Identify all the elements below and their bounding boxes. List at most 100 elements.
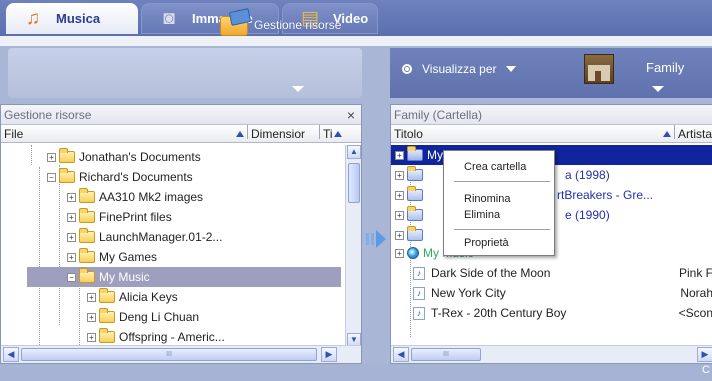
panel-title: Family (Cartella)	[391, 105, 712, 125]
scroll-left-icon[interactable]: ◀	[393, 347, 409, 362]
sort-asc-icon	[334, 124, 342, 142]
tree-item[interactable]: + Alicia Keys	[87, 287, 178, 307]
folder-icon	[99, 328, 115, 343]
expand-icon[interactable]: +	[47, 152, 56, 162]
track-title: Dark Side of the Moon	[431, 266, 551, 280]
horizontal-scrollbar[interactable]: ◀ III ▶	[1, 345, 361, 363]
scroll-thumb[interactable]: III	[411, 348, 481, 361]
expand-icon[interactable]: +	[395, 170, 404, 180]
expand-icon[interactable]: +	[67, 212, 76, 222]
expand-icon[interactable]: +	[67, 192, 76, 202]
menu-item-rename[interactable]: Rinomina	[464, 191, 510, 207]
status-bar: C	[0, 364, 712, 381]
folder-icon	[407, 226, 423, 241]
folder-tree: + Jonathan's Documents − Richard's Docum…	[1, 145, 341, 347]
collapse-icon[interactable]: −	[67, 272, 76, 282]
folder-icon	[79, 228, 95, 243]
menu-separator	[454, 229, 550, 230]
music-notes-icon: ♫	[25, 7, 41, 29]
folder-icon	[99, 288, 115, 303]
camera-icon: ◙	[163, 7, 175, 29]
list-item[interactable]: +	[395, 225, 427, 245]
scroll-left-icon[interactable]: ◀	[3, 347, 19, 362]
menu-item-new-folder[interactable]: Crea cartella	[464, 159, 526, 175]
tree-item-label: FinePrint files	[99, 210, 172, 224]
expand-icon[interactable]: +	[67, 232, 76, 242]
family-label: Family	[646, 60, 685, 75]
scroll-up-icon[interactable]: ▲	[347, 145, 361, 159]
view-by-label: Visualizza per	[422, 62, 497, 76]
track-title: T-Rex - 20th Century Boy	[431, 306, 567, 320]
view-by-button[interactable]: Visualizza per	[402, 62, 517, 76]
tab-musica[interactable]: ♫ Musica	[6, 3, 138, 34]
column-size[interactable]: Dimensior	[251, 125, 305, 143]
tree-item-label: LaunchManager.01-2...	[99, 230, 223, 244]
folder-icon	[407, 166, 423, 181]
expand-icon[interactable]: +	[395, 230, 404, 240]
track-artist: Norah	[680, 286, 712, 300]
tab-bar: ♫ Musica ◙ Immagine ▤ Video	[0, 0, 712, 36]
family-button[interactable]: Family	[584, 54, 684, 84]
tree-item-label: AA310 Mk2 images	[99, 190, 204, 204]
list-item-label: a (1998)	[565, 168, 610, 182]
tree-item-label: Deng Li Chuan	[119, 310, 200, 324]
tree-item[interactable]: + LaunchManager.01-2...	[67, 227, 222, 247]
expand-icon[interactable]: +	[87, 292, 96, 302]
chevron-down-icon[interactable]	[292, 86, 304, 92]
house-icon	[584, 54, 614, 84]
scroll-right-icon[interactable]: ▶	[321, 347, 337, 362]
tree-item[interactable]: + Offspring - Americ...	[87, 327, 225, 347]
column-file[interactable]: File	[4, 125, 23, 143]
menu-item-properties[interactable]: Proprietà	[464, 235, 509, 251]
folder-icon	[79, 248, 95, 263]
expand-icon[interactable]: +	[87, 332, 96, 342]
panel-title-text: Family (Cartella)	[394, 108, 483, 122]
web-icon	[407, 247, 419, 259]
tree-item-selected[interactable]: − My Music	[27, 267, 341, 287]
column-title[interactable]: Titolo	[394, 125, 423, 143]
expand-icon[interactable]: +	[67, 252, 76, 262]
tree-item[interactable]: + Jonathan's Documents	[47, 147, 201, 167]
folder-icon	[407, 186, 423, 201]
track-artist: Pink F	[678, 266, 712, 280]
column-title[interactable]: Ti	[323, 125, 333, 143]
folder-icon	[79, 208, 95, 223]
tree-item[interactable]: + AA310 Mk2 images	[67, 187, 203, 207]
collapse-icon[interactable]: −	[47, 172, 56, 182]
scroll-right-icon[interactable]: ▶	[697, 347, 712, 362]
vertical-scrollbar[interactable]: ▲ ▼	[345, 145, 361, 347]
resource-manager-button[interactable]: Gestione risorse	[218, 6, 356, 44]
track-row[interactable]: ♪ T-Rex - 20th Century Boy <Scon	[413, 303, 712, 323]
scroll-thumb[interactable]	[348, 163, 360, 203]
list-item-label: e (1990)	[565, 208, 610, 222]
tree-item-label: My Games	[99, 250, 158, 264]
track-row[interactable]: ♪ Dark Side of the Moon Pink F	[413, 263, 712, 283]
tree-item-label: Offspring - Americ...	[119, 330, 225, 344]
tree-item[interactable]: + Deng Li Chuan	[87, 307, 199, 327]
horizontal-scrollbar[interactable]: ◀ III ▶	[391, 345, 712, 363]
track-row[interactable]: ♪ New York City Norah	[413, 283, 712, 303]
sort-asc-icon	[236, 124, 244, 142]
track-title: New York City	[431, 286, 506, 300]
column-artist[interactable]: Artista	[678, 125, 712, 143]
menu-item-delete[interactable]: Elimina	[464, 207, 500, 223]
tree-item-label: Richard's Documents	[79, 170, 193, 184]
tab-underline	[0, 36, 712, 46]
expand-icon[interactable]: +	[395, 190, 404, 200]
scroll-thumb[interactable]: III	[21, 348, 317, 361]
sort-asc-icon	[663, 124, 671, 142]
tree-item-label: Alicia Keys	[119, 290, 178, 304]
tree-item[interactable]: + My Games	[67, 247, 157, 267]
tree-item[interactable]: − Richard's Documents	[47, 167, 193, 187]
expand-icon[interactable]: +	[395, 210, 404, 220]
resource-panel: Gestione risorse × File Dimensior Ti + J…	[0, 104, 362, 364]
transfer-arrow-icon[interactable]	[366, 228, 386, 250]
column-header: File Dimensior Ti	[1, 125, 361, 143]
panel-title: Gestione risorse ×	[1, 105, 361, 125]
tree-item[interactable]: + FinePrint files	[67, 207, 172, 227]
expand-icon[interactable]: +	[395, 248, 404, 258]
expand-icon[interactable]: +	[87, 312, 96, 322]
expand-icon[interactable]: +	[395, 150, 404, 160]
close-icon[interactable]: ×	[347, 105, 355, 125]
chevron-down-icon[interactable]	[652, 86, 664, 92]
